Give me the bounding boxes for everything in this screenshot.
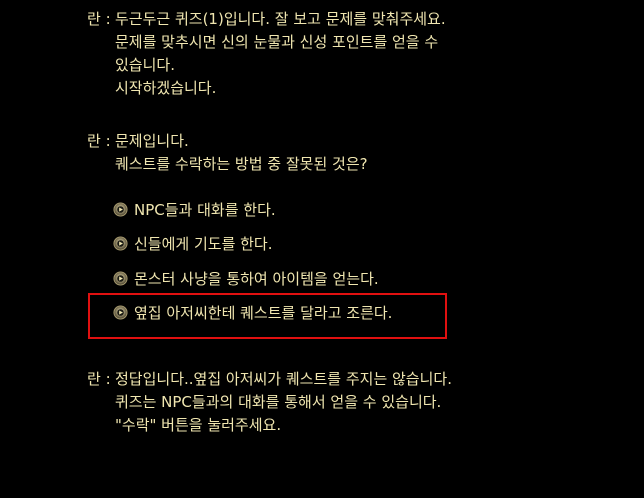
quiz-option-selected[interactable]: 옆집 아저씨한테 퀘스트를 달라고 조른다. <box>113 300 392 324</box>
option-label: 옆집 아저씨한테 퀘스트를 달라고 조른다. <box>134 303 393 322</box>
dialog-line: 시작하겠습니다. <box>115 79 217 97</box>
dialog-line: 두근두근 퀴즈(1)입니다. 잘 보고 문제를 맞춰주세요. <box>115 10 446 28</box>
dialog-line: 정답입니다..옆집 아저씨가 퀘스트를 주지는 않습니다. <box>115 370 452 388</box>
question-dialog: 란 : 문제입니다. 퀘스트를 수락하는 방법 중 잘못된 것은? <box>87 130 368 176</box>
speaker-name: 란 : <box>87 370 111 388</box>
option-label: NPC들과 대화를 한다. <box>134 200 276 219</box>
speaker-name: 란 : <box>87 10 111 28</box>
question-first-line: 란 : 문제입니다. <box>87 130 368 153</box>
dialog-line: 문제입니다. <box>115 132 189 150</box>
option-label: 신들에게 기도를 한다. <box>134 234 273 253</box>
intro-first-line: 란 : 두근두근 퀴즈(1)입니다. 잘 보고 문제를 맞춰주세요. <box>87 8 446 31</box>
bullet-orb-icon <box>113 304 128 320</box>
quiz-option[interactable]: NPC들과 대화를 한다. <box>113 197 276 221</box>
intro-dialog: 란 : 두근두근 퀴즈(1)입니다. 잘 보고 문제를 맞춰주세요. 문제를 맞… <box>87 8 446 100</box>
dialog-line: 문제를 맞추시면 신의 눈물과 신성 포인트를 얻을 수 <box>115 33 439 51</box>
dialog-line: 있습니다. <box>115 56 175 74</box>
dialog-line: 퀴즈는 NPC들과의 대화를 통해서 얻을 수 있습니다. <box>115 393 442 411</box>
bullet-orb-icon <box>113 235 128 251</box>
speaker-name: 란 : <box>87 132 111 150</box>
answer-first-line: 란 : 정답입니다..옆집 아저씨가 퀘스트를 주지는 않습니다. <box>87 368 452 391</box>
answer-dialog: 란 : 정답입니다..옆집 아저씨가 퀘스트를 주지는 않습니다. 퀴즈는 NP… <box>87 368 452 437</box>
quiz-option[interactable]: 몬스터 사냥을 통하여 아이템을 얻는다. <box>113 266 379 290</box>
quiz-option[interactable]: 신들에게 기도를 한다. <box>113 231 273 255</box>
dialog-line: "수락" 버튼을 눌러주세요. <box>115 416 282 434</box>
bullet-orb-icon <box>113 270 128 286</box>
question-text: 퀘스트를 수락하는 방법 중 잘못된 것은? <box>115 155 368 173</box>
option-label: 몬스터 사냥을 통하여 아이템을 얻는다. <box>134 269 379 288</box>
bullet-orb-icon <box>113 201 128 217</box>
